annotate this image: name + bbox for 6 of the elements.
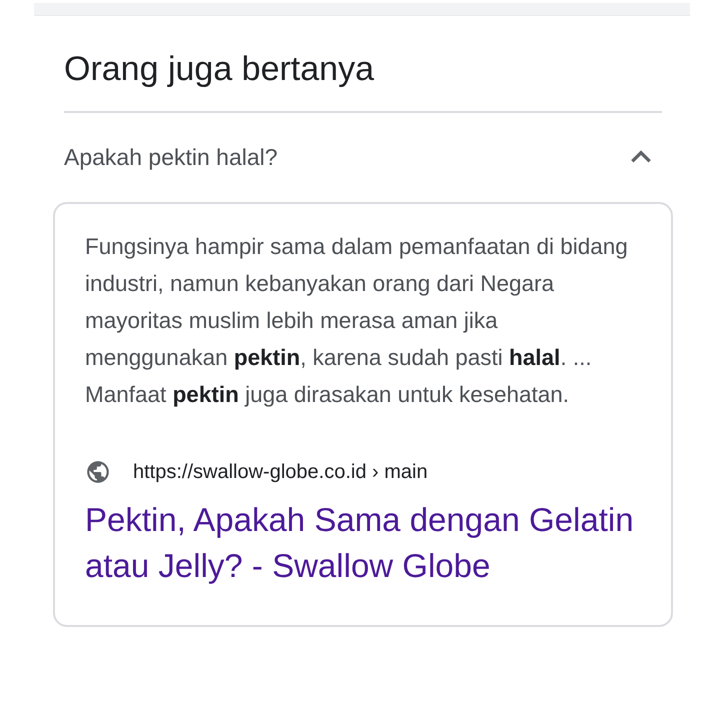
section-heading: Orang juga bertanya bbox=[64, 49, 375, 90]
source-url: https://swallow-globe.co.id › main bbox=[133, 460, 428, 484]
result-title-link[interactable]: Pektin, Apakah Sama dengan Gelatin atau Jelly? - Swallow Globe bbox=[85, 497, 641, 589]
question-toggle[interactable]: Apakah pektin halal? bbox=[64, 113, 662, 201]
answer-text: Fungsinya hampir sama dalam pemanfaatan di bidang industri, namun kebanyakan orang dari Negara mayoritas muslim lebih merasa aman jika menggunakan pektin, karena sudah pasti halal. ... Manfaat pektin juga dirasakan untuk kesehatan. bbox=[85, 233, 629, 409]
globe-icon bbox=[85, 459, 111, 485]
